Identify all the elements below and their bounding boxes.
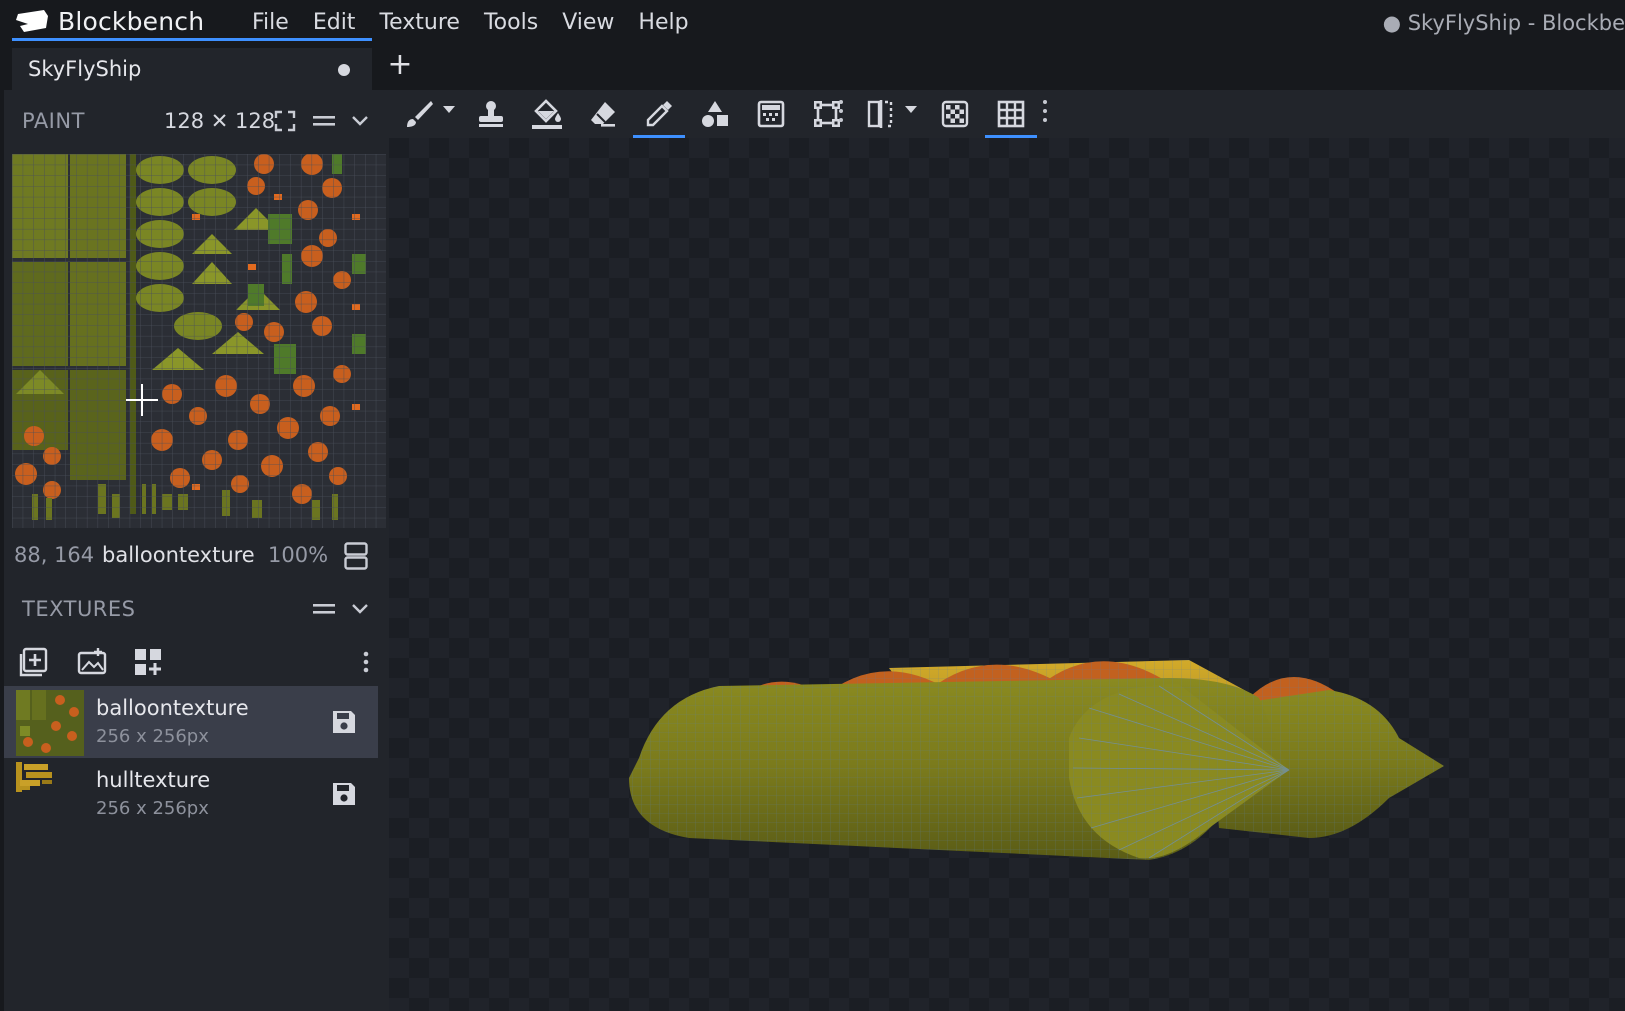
unsaved-dot-icon[interactable] xyxy=(338,64,350,76)
stamp-icon xyxy=(479,101,503,127)
texture-item-hulltexture[interactable]: hulltexture 256 x 256px xyxy=(4,758,378,830)
app-logo[interactable]: Blockbench xyxy=(14,2,204,40)
menu-help[interactable]: Help xyxy=(626,10,700,35)
uv-paint-canvas[interactable] xyxy=(12,154,386,528)
color-picker-icon xyxy=(646,101,672,127)
menu-tools[interactable]: Tools xyxy=(472,10,550,35)
current-texture-name: balloontexture xyxy=(102,543,255,567)
brush-icon xyxy=(407,101,433,127)
canvas-size: 128 ✕ 128 xyxy=(164,109,276,133)
create-texture-button[interactable] xyxy=(76,646,108,678)
textures-panel-title: TEXTURES xyxy=(22,597,136,621)
menu-edit[interactable]: Edit xyxy=(301,10,368,35)
cursor-coordinates: 88, 164 xyxy=(14,543,95,567)
lock-alpha-toggle[interactable] xyxy=(933,94,977,134)
texture-name: balloontexture xyxy=(96,696,249,720)
collapse-chevron-icon[interactable] xyxy=(350,602,370,616)
gradient-tool[interactable] xyxy=(749,94,793,134)
toolbar-more-icon[interactable] xyxy=(839,100,845,126)
save-texture-icon[interactable] xyxy=(330,780,358,808)
tab-skyflyship[interactable]: SkyFlyShip xyxy=(12,48,372,90)
texture-thumbnail xyxy=(16,762,52,792)
paint-panel-header: PAINT 128 ✕ 128 xyxy=(4,96,389,146)
zoom-level: 100% xyxy=(268,543,329,567)
paint-toolbar xyxy=(389,90,1625,138)
texture-item-balloontexture[interactable]: balloontexture 256 x 256px xyxy=(4,686,378,758)
color-picker-tool[interactable] xyxy=(633,94,685,138)
save-texture-icon[interactable] xyxy=(330,708,358,736)
menu-bar: Blockbench File Edit Texture Tools View … xyxy=(0,0,1625,44)
texture-name: hulltexture xyxy=(96,768,211,792)
eraser-icon xyxy=(591,102,615,127)
brush-dropdown-icon[interactable] xyxy=(443,106,455,113)
paint-panel-title: PAINT xyxy=(22,109,85,133)
mirror-dropdown-icon[interactable] xyxy=(905,106,917,113)
new-tab-button[interactable]: + xyxy=(384,50,416,82)
app-brand: Blockbench xyxy=(58,6,205,36)
layout-toggle-icon[interactable] xyxy=(344,542,368,570)
mirror-icon xyxy=(867,100,893,128)
texture-thumbnail xyxy=(16,690,84,756)
collapse-chevron-icon[interactable] xyxy=(350,114,370,128)
blockbench-logo-icon xyxy=(16,10,48,32)
eraser-tool[interactable] xyxy=(581,94,625,134)
tab-label: SkyFlyShip xyxy=(28,57,142,81)
texture-list: balloontexture 256 x 256px hulltexture 2… xyxy=(4,686,389,830)
texture-atlas-button[interactable] xyxy=(132,646,164,678)
menu-view[interactable]: View xyxy=(550,10,626,35)
fill-tool[interactable] xyxy=(525,94,569,134)
mirror-tool[interactable] xyxy=(859,94,903,134)
gradient-icon xyxy=(757,100,785,128)
menu-file[interactable]: File xyxy=(240,10,301,35)
shapes-tool[interactable] xyxy=(693,94,737,134)
uv-status-bar: 88, 164 balloontexture 100% xyxy=(4,530,389,580)
more-options-icon[interactable] xyxy=(362,646,370,678)
menu-texture[interactable]: Texture xyxy=(367,10,472,35)
window-title: ● SkyFlyShip - Blockbe xyxy=(1382,11,1625,35)
drag-handle-icon[interactable] xyxy=(312,600,336,618)
shapes-icon xyxy=(702,101,728,127)
drag-handle-icon[interactable] xyxy=(312,112,336,130)
selection-icon xyxy=(814,101,840,127)
airship-model xyxy=(629,660,1444,860)
plus-icon: + xyxy=(387,47,413,82)
grid-icon xyxy=(997,100,1025,128)
fill-icon xyxy=(532,99,562,129)
brush-tool[interactable] xyxy=(397,94,441,134)
fullscreen-icon[interactable] xyxy=(274,110,296,132)
texture-toolbar xyxy=(4,638,389,686)
texture-preview xyxy=(12,154,386,528)
3d-viewport[interactable] xyxy=(389,138,1625,1011)
textures-panel-header: TEXTURES xyxy=(4,584,389,634)
import-texture-button[interactable] xyxy=(18,646,50,678)
lock-alpha-icon xyxy=(941,100,969,128)
texture-size: 256 x 256px xyxy=(96,726,209,747)
tab-bar: SkyFlyShip + xyxy=(0,44,1625,90)
texture-size: 256 x 256px xyxy=(96,798,209,819)
main-menu: File Edit Texture Tools View Help xyxy=(240,0,701,44)
toolbar-more-icon[interactable] xyxy=(1043,100,1049,126)
stamp-tool[interactable] xyxy=(469,94,513,134)
left-sidebar: PAINT 128 ✕ 128 88, 164 balloontexture 1… xyxy=(0,90,389,1011)
pixel-grid-toggle[interactable] xyxy=(985,94,1037,138)
